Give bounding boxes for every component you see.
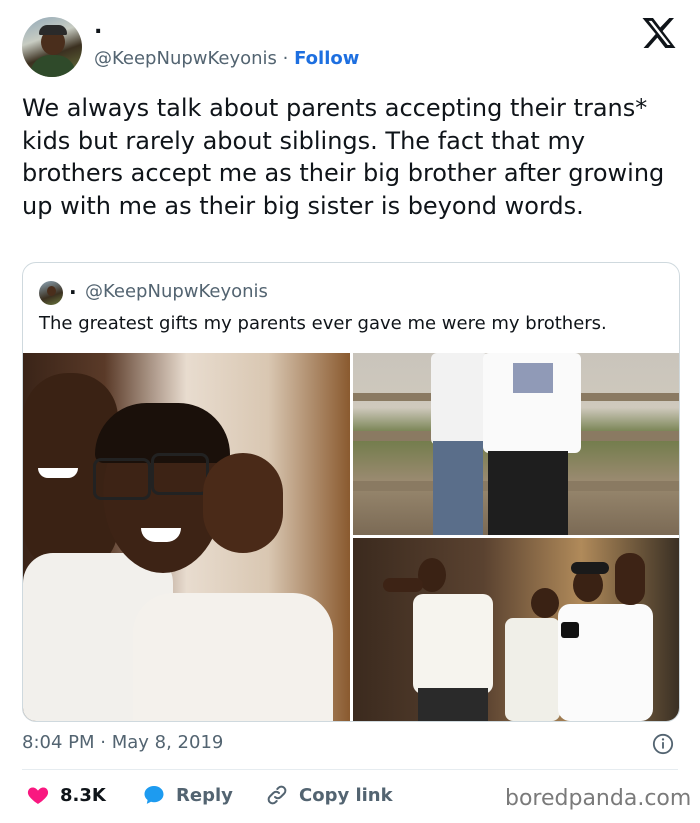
copy-link-button[interactable]: Copy link xyxy=(265,783,393,807)
avatar-shirt xyxy=(30,55,76,77)
follow-button[interactable]: Follow xyxy=(294,48,359,69)
heart-icon xyxy=(27,787,49,804)
quoted-tweet-text: The greatest gifts my parents ever gave … xyxy=(39,313,607,334)
author-display-name[interactable]: . xyxy=(94,14,102,39)
time-separator: · xyxy=(94,732,112,753)
reply-bubble-icon xyxy=(144,786,164,804)
copy-link-label: Copy link xyxy=(299,784,393,806)
x-logo-icon[interactable] xyxy=(641,15,677,51)
boredpanda-watermark: boredpanda.com xyxy=(505,786,692,811)
quoted-author-handle: @KeepNupwKeyonis xyxy=(85,281,268,302)
like-button[interactable]: 8.3K xyxy=(26,783,106,807)
author-handle-row: @KeepNupwKeyonis · Follow xyxy=(94,48,359,69)
author-avatar[interactable] xyxy=(22,17,82,77)
quoted-author-display-name: . xyxy=(69,275,77,299)
link-icon xyxy=(267,785,287,805)
avatar-cap xyxy=(39,25,67,35)
tweet-card: . @KeepNupwKeyonis · Follow We always ta… xyxy=(0,0,700,823)
divider xyxy=(22,769,678,770)
info-icon[interactable] xyxy=(652,733,674,755)
like-count: 8.3K xyxy=(60,784,106,806)
tweet-date[interactable]: May 8, 2019 xyxy=(112,732,224,753)
photo-selfie[interactable] xyxy=(23,353,350,721)
reply-label: Reply xyxy=(176,784,233,806)
quoted-tweet[interactable]: . @KeepNupwKeyonis The greatest gifts my… xyxy=(22,262,680,722)
tweet-time[interactable]: 8:04 PM xyxy=(22,732,95,753)
tweet-text: We always talk about parents accepting t… xyxy=(22,94,665,220)
author-handle[interactable]: @KeepNupwKeyonis xyxy=(94,48,277,69)
handle-separator: · xyxy=(276,48,295,69)
timestamp-row: 8:04 PM · May 8, 2019 xyxy=(22,732,223,753)
photo-brothers-dock[interactable] xyxy=(353,353,679,535)
photo-brothers-flexing[interactable] xyxy=(353,538,679,721)
reply-button[interactable]: Reply xyxy=(142,783,233,807)
quoted-author-avatar xyxy=(39,281,63,305)
